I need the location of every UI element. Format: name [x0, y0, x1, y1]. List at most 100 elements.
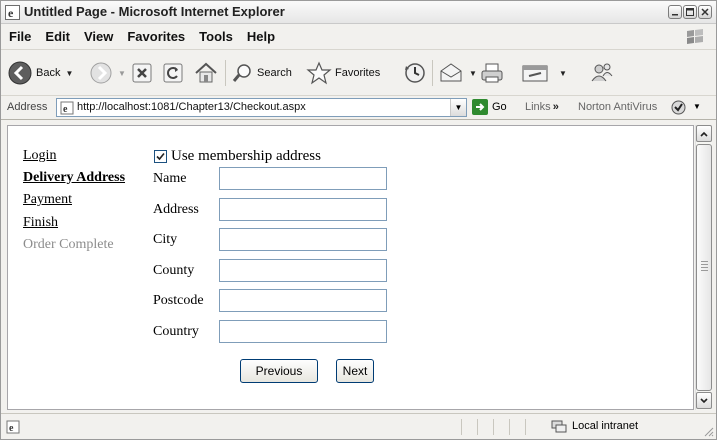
- chevron-up-icon: [700, 131, 708, 137]
- favorites-label: Favorites: [335, 67, 381, 79]
- previous-button[interactable]: Previous: [240, 359, 318, 383]
- home-icon: [195, 62, 217, 83]
- address-label: Address: [7, 101, 48, 113]
- address-bar: Address e http://localhost:1081/Chapter1…: [1, 96, 716, 120]
- messenger-button[interactable]: [589, 57, 615, 89]
- close-icon[interactable]: [698, 5, 712, 19]
- county-label: County: [153, 263, 195, 278]
- nav-delivery-address-link[interactable]: Delivery Address: [23, 170, 125, 186]
- page-status-icon: e: [6, 420, 20, 434]
- country-label: Country: [153, 324, 199, 339]
- search-icon: [232, 64, 251, 82]
- forward-dropdown-icon[interactable]: ▼: [118, 69, 126, 78]
- mail-dropdown-icon[interactable]: ▼: [469, 69, 477, 78]
- menu-view[interactable]: View: [84, 29, 113, 44]
- svg-text:e: e: [63, 104, 68, 115]
- use-membership-label: Use membership address: [171, 148, 321, 164]
- links-button[interactable]: Links»: [525, 101, 559, 113]
- name-input[interactable]: [219, 167, 387, 190]
- menu-file[interactable]: File: [9, 29, 31, 44]
- menu-bar: File Edit View Favorites Tools Help: [1, 24, 716, 50]
- use-membership-row: Use membership address: [154, 148, 321, 165]
- address-field[interactable]: [219, 198, 387, 221]
- refresh-icon: [163, 63, 183, 83]
- go-arrow-icon: [472, 99, 488, 115]
- maximize-icon[interactable]: [683, 5, 697, 19]
- nav-payment-link[interactable]: Payment: [23, 192, 72, 208]
- svg-text:e: e: [8, 6, 14, 20]
- name-label: Name: [153, 171, 187, 186]
- menu-favorites[interactable]: Favorites: [127, 29, 185, 44]
- history-button[interactable]: [403, 57, 427, 89]
- back-arrow-icon: [8, 61, 32, 85]
- address-url: http://localhost:1081/Chapter13/Checkout…: [77, 101, 306, 113]
- search-button[interactable]: Search: [232, 57, 292, 89]
- toolbar-separator: [225, 60, 226, 86]
- page-content: Login Delivery Address Payment Finish Or…: [7, 125, 694, 410]
- go-button[interactable]: Go: [472, 99, 507, 115]
- scroll-grip-icon: [701, 261, 708, 273]
- stop-button[interactable]: [131, 57, 153, 89]
- city-label: City: [153, 232, 178, 247]
- address-label-field: Address: [153, 202, 199, 217]
- chevron-down-icon: [700, 397, 708, 403]
- ie-logo-icon: e: [5, 5, 20, 20]
- edit-dropdown-icon[interactable]: ▼: [559, 69, 567, 78]
- favorites-star-icon: [306, 61, 332, 85]
- windows-flag-icon: [687, 29, 703, 44]
- country-input[interactable]: [219, 320, 387, 343]
- checkmark-icon: [156, 152, 165, 161]
- resize-grip-icon[interactable]: [704, 427, 714, 437]
- city-input[interactable]: [219, 228, 387, 251]
- title-bar: e Untitled Page - Microsoft Internet Exp…: [1, 1, 716, 24]
- home-button[interactable]: [193, 57, 219, 89]
- minimize-icon[interactable]: [668, 5, 682, 19]
- security-zone: Local intranet: [551, 419, 638, 433]
- local-intranet-icon: [551, 420, 567, 433]
- county-input[interactable]: [219, 259, 387, 282]
- address-input[interactable]: e http://localhost:1081/Chapter13/Checko…: [56, 98, 467, 117]
- postcode-input[interactable]: [219, 289, 387, 312]
- stop-icon: [132, 63, 152, 83]
- scroll-up-button[interactable]: [696, 125, 712, 142]
- print-icon: [481, 63, 503, 83]
- go-label: Go: [492, 101, 507, 113]
- mail-icon: [440, 63, 462, 82]
- browser-window: e Untitled Page - Microsoft Internet Exp…: [0, 0, 717, 440]
- norton-dropdown-icon[interactable]: ▼: [693, 102, 701, 111]
- nav-finish-link[interactable]: Finish: [23, 215, 58, 231]
- forward-button[interactable]: ▼: [89, 57, 126, 89]
- window-title: Untitled Page - Microsoft Internet Explo…: [24, 4, 285, 19]
- norton-label[interactable]: Norton AntiVirus: [578, 101, 657, 113]
- favorites-button[interactable]: Favorites: [306, 57, 380, 89]
- edit-page-icon: [522, 65, 548, 82]
- toolbar-separator: [432, 60, 433, 86]
- messenger-people-icon: [591, 63, 613, 82]
- scroll-thumb[interactable]: [696, 144, 712, 391]
- svg-text:e: e: [9, 423, 14, 434]
- back-button[interactable]: Back ▼: [7, 57, 73, 89]
- page-icon: e: [60, 101, 74, 115]
- nav-login-link[interactable]: Login: [23, 148, 56, 164]
- edit-button[interactable]: ▼: [521, 57, 567, 89]
- use-membership-checkbox[interactable]: [154, 150, 167, 163]
- menu-help[interactable]: Help: [247, 29, 275, 44]
- menu-edit[interactable]: Edit: [45, 29, 70, 44]
- zone-label: Local intranet: [572, 420, 639, 432]
- mail-button[interactable]: ▼: [438, 57, 477, 89]
- refresh-button[interactable]: [162, 57, 184, 89]
- postcode-label: Postcode: [153, 293, 204, 308]
- address-dropdown-icon[interactable]: ▼: [450, 99, 466, 116]
- history-icon: [405, 63, 425, 83]
- scroll-down-button[interactable]: [696, 392, 712, 409]
- next-button[interactable]: Next: [336, 359, 374, 383]
- print-button[interactable]: [479, 57, 505, 89]
- vertical-scrollbar[interactable]: [695, 125, 712, 410]
- search-label: Search: [257, 67, 292, 79]
- status-panes: [461, 419, 541, 435]
- standard-toolbar: Back ▼ ▼ Search Favorites ▼ ▼: [1, 50, 716, 96]
- norton-shield-icon[interactable]: [671, 100, 686, 115]
- menu-tools[interactable]: Tools: [199, 29, 233, 44]
- back-dropdown-icon[interactable]: ▼: [65, 69, 73, 78]
- forward-arrow-icon: [90, 62, 112, 84]
